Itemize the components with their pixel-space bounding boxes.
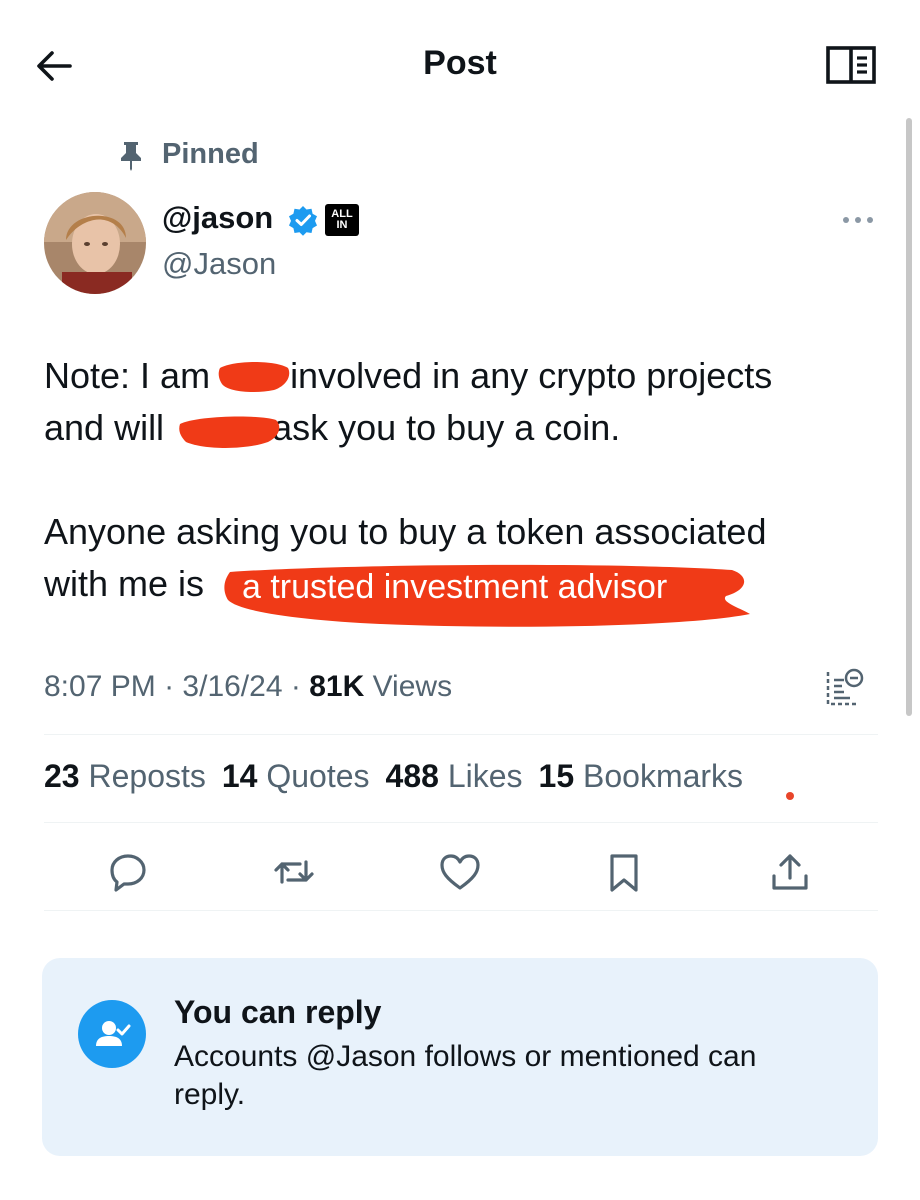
separator: ·	[164, 670, 175, 703]
reply-card-description: Accounts @Jason follows or mentioned can…	[174, 1040, 757, 1111]
bookmarks-count[interactable]: 15 Bookmarks	[539, 758, 744, 795]
share-icon[interactable]	[766, 848, 814, 896]
tweet-text-line: and will ask you to buy a coin.	[44, 403, 620, 453]
bookmark-icon[interactable]	[600, 848, 648, 896]
views-count: 81K	[309, 670, 365, 703]
divider	[44, 822, 878, 823]
tweet-text-line: Note: I am involved in any crypto project…	[44, 351, 772, 401]
views-label: Views	[372, 670, 453, 703]
tweet-text-line: with me is	[44, 563, 205, 604]
tweet-date[interactable]: 3/16/24	[182, 670, 282, 703]
page-title: Post	[423, 44, 497, 82]
separator: ·	[290, 670, 301, 703]
reply-card-title: You can reply	[174, 994, 382, 1030]
pinned-label: Pinned	[162, 138, 259, 170]
verified-icon	[287, 204, 319, 236]
pin-icon	[116, 138, 146, 172]
red-scribble-mark	[218, 362, 290, 392]
scrollbar-thumb[interactable]	[906, 118, 912, 716]
reposts-count[interactable]: 23 Reposts	[44, 758, 206, 795]
tweet-time: 8:07 PM	[44, 670, 156, 703]
like-icon[interactable]	[436, 848, 484, 896]
tweet-meta: 8:07 PM · 3/16/24 · 81K Views	[44, 670, 452, 704]
tweet-text-fragment: Note: I am	[44, 355, 211, 396]
scribbled-highlight-text: a trusted investment advisor	[242, 568, 668, 606]
reply-icon[interactable]	[104, 848, 152, 896]
repost-icon[interactable]	[270, 848, 318, 896]
tweet-text-line: Anyone asking you to buy a token associa…	[44, 511, 767, 552]
tweet-text-fragment: and will	[44, 407, 165, 448]
tweet-text-fragment: involved in any crypto projects	[290, 355, 773, 396]
reply-permission-icon	[78, 1000, 146, 1068]
divider	[44, 734, 878, 735]
divider	[44, 910, 878, 911]
analytics-icon[interactable]	[820, 664, 868, 712]
red-scribble-mark	[179, 416, 280, 448]
likes-count[interactable]: 488 Likes	[386, 758, 523, 795]
avatar[interactable]	[44, 192, 146, 294]
reader-mode-icon[interactable]	[824, 42, 880, 90]
affiliate-badge[interactable]: ALL IN	[325, 204, 359, 236]
user-handle[interactable]: @Jason	[162, 246, 276, 282]
tweet-text-fragment: ask you to buy a coin.	[272, 407, 621, 448]
more-icon[interactable]	[838, 210, 878, 230]
engagement-counts: 23 Reposts 14 Quotes 488 Likes 15 Bookmarks	[44, 758, 759, 795]
quotes-count[interactable]: 14 Quotes	[222, 758, 370, 795]
red-dot-mark	[786, 792, 794, 800]
display-name[interactable]: @jason	[162, 200, 273, 236]
